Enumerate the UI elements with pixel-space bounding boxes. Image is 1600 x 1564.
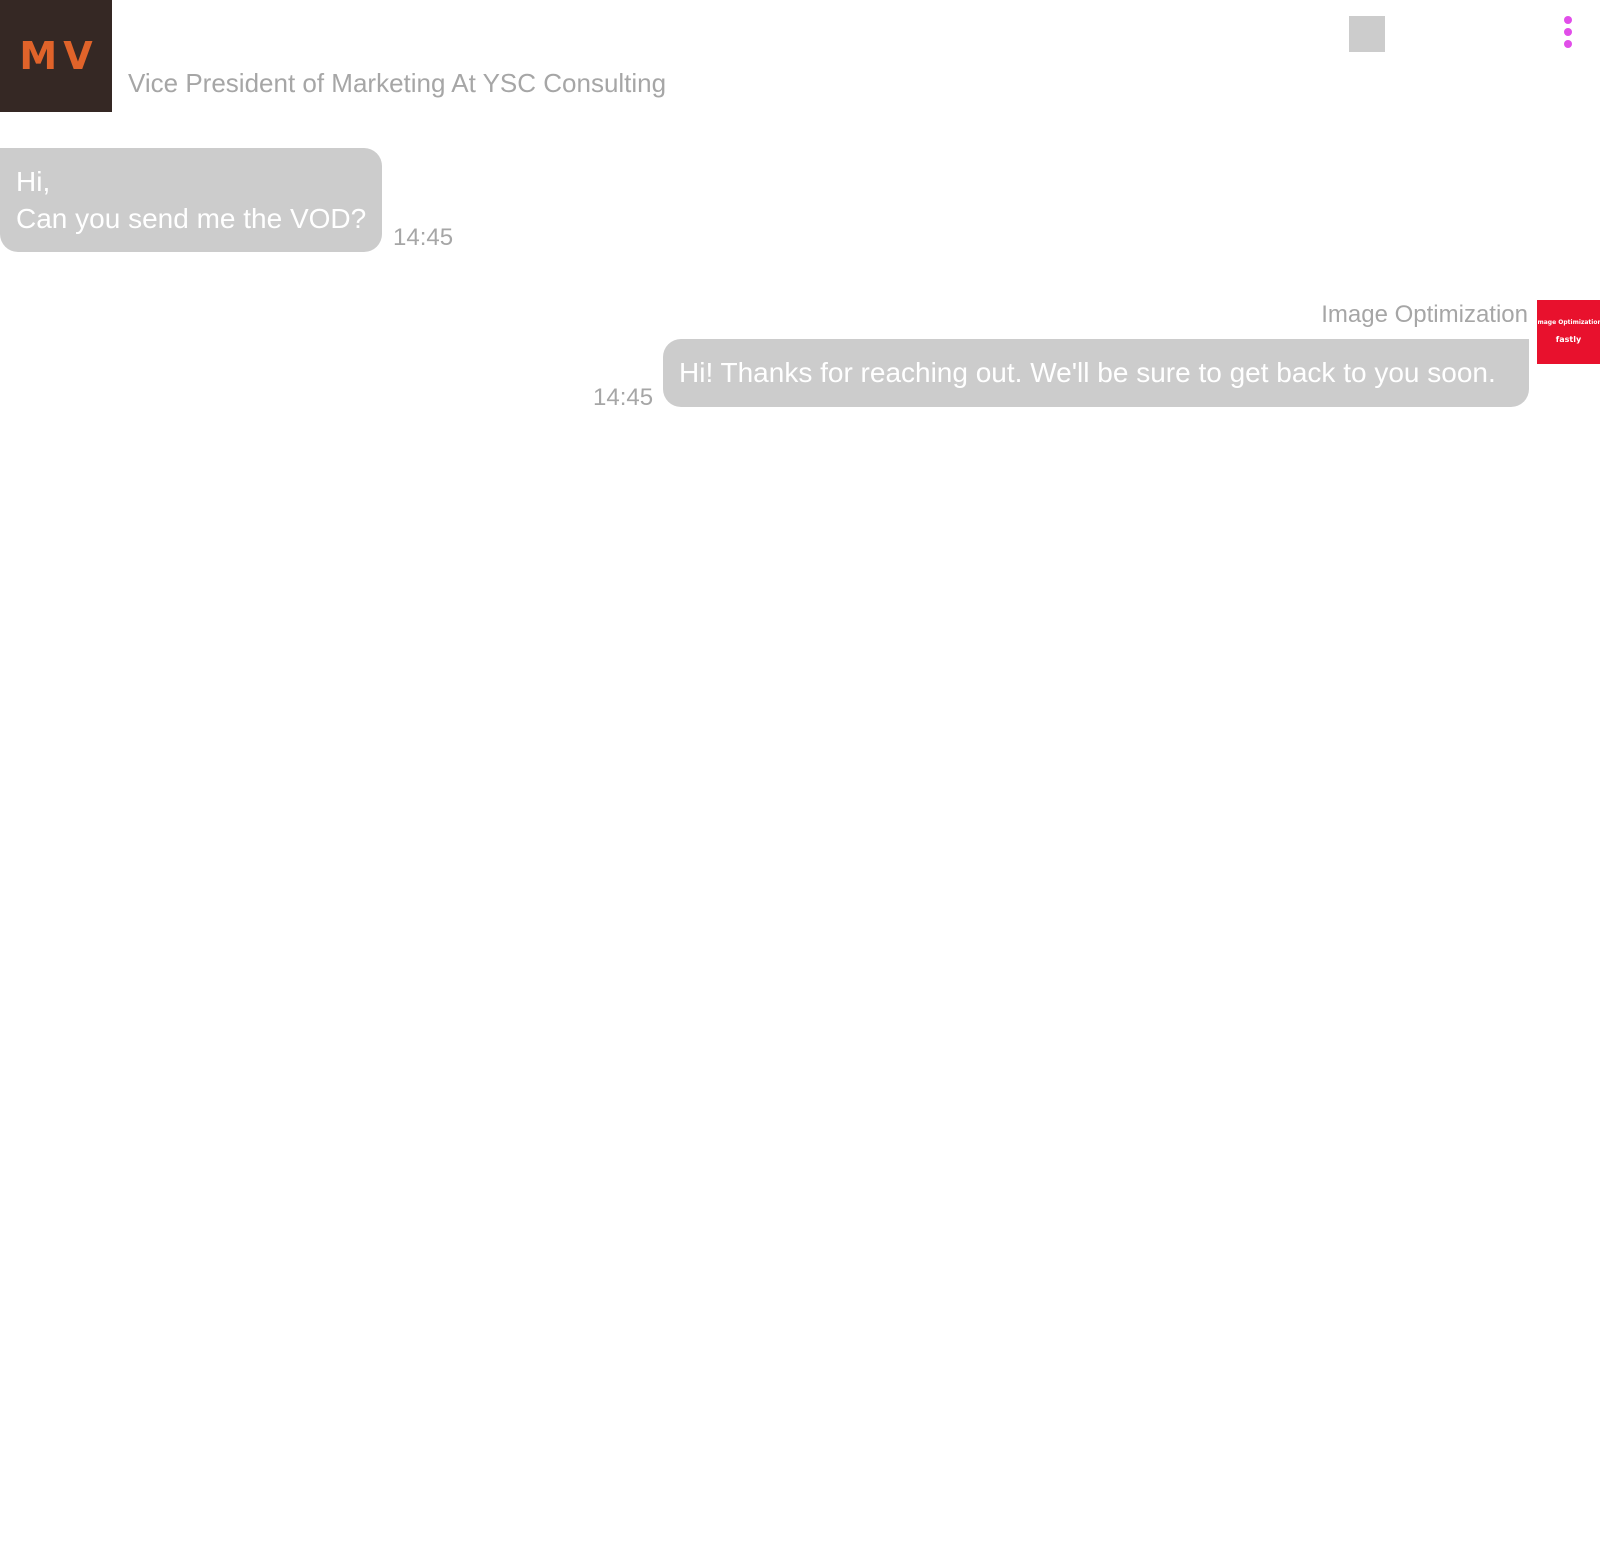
contact-avatar[interactable]: MV	[0, 0, 112, 112]
incoming-message-bubble[interactable]: Hi, Can you send me the VOD?	[0, 148, 382, 252]
message-line: Can you send me the VOD?	[16, 203, 367, 234]
menu-dot	[1564, 28, 1572, 36]
more-vertical-icon[interactable]	[1558, 14, 1578, 50]
message-timestamp: 14:45	[393, 224, 454, 251]
header-action-button[interactable]	[1349, 16, 1385, 52]
sender-avatar[interactable]: Image Optimization fastly	[1535, 300, 1600, 364]
sender-name: Image Optimization	[1321, 301, 1528, 328]
message-timestamp: 14:45	[593, 384, 654, 411]
outgoing-message-bubble[interactable]: Hi! Thanks for reaching out. We'll be su…	[663, 339, 1529, 407]
contact-avatar-initials: MV	[19, 34, 99, 78]
menu-dot	[1564, 16, 1572, 24]
sender-logo-text: Image Optimization	[1535, 319, 1600, 326]
menu-dot	[1564, 40, 1572, 48]
contact-subtitle: Vice President of Marketing At YSC Consu…	[128, 68, 667, 98]
message-line: Hi,	[16, 166, 51, 197]
message-text: Hi! Thanks for reaching out. We'll be su…	[679, 357, 1496, 388]
chat-page: MV Vice President of Marketing At YSC Co…	[0, 0, 1600, 1564]
sender-logo-brand: fastly	[1555, 335, 1582, 344]
